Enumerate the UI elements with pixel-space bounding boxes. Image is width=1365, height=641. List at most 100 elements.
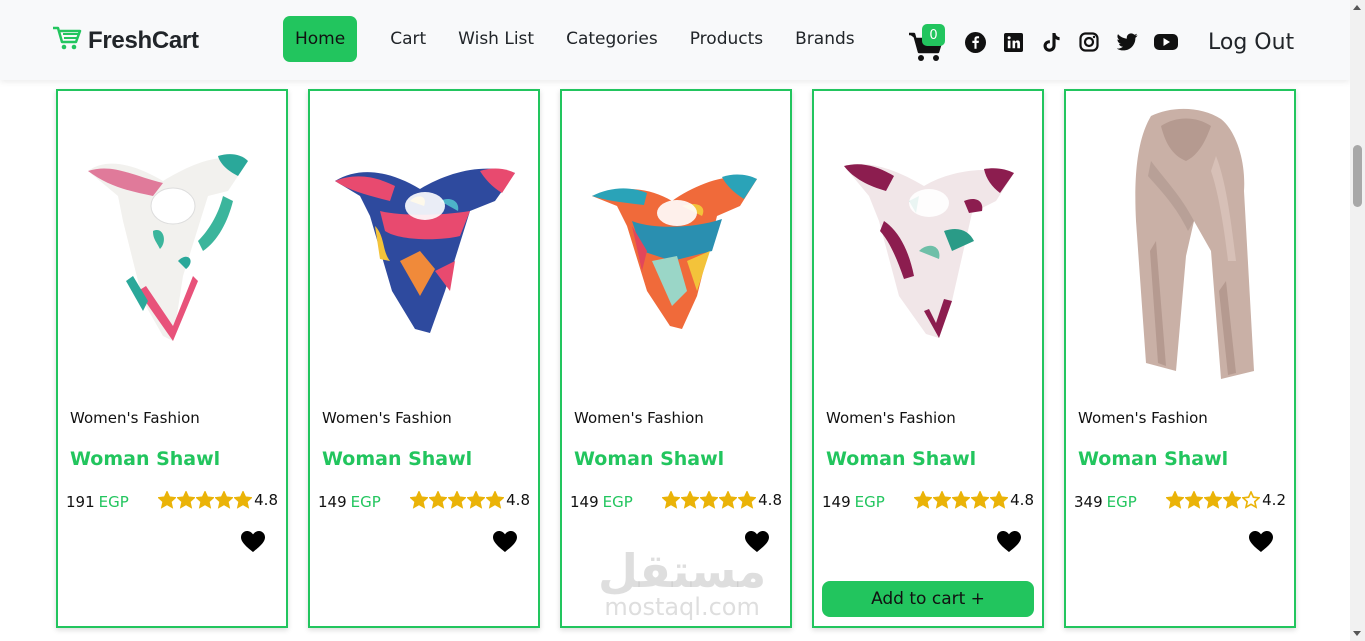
- facebook-icon[interactable]: [964, 31, 986, 53]
- product-rating: 4.8: [662, 491, 782, 509]
- wishlist-heart-icon[interactable]: [744, 530, 770, 554]
- nav-link-home[interactable]: Home: [283, 16, 358, 62]
- star-icon: [933, 491, 952, 509]
- star-icon: [1223, 491, 1242, 509]
- product-title[interactable]: Woman Shawl: [70, 448, 220, 470]
- rating-stars: [914, 491, 1009, 509]
- star-icon: [662, 491, 681, 509]
- nav-link-products[interactable]: Products: [674, 17, 779, 61]
- product-title[interactable]: Woman Shawl: [1078, 448, 1228, 470]
- star-icon: [196, 491, 215, 509]
- navbar: FreshCart Home Cart Wish List Categories…: [0, 0, 1350, 80]
- product-price: 149 EGP: [822, 493, 885, 511]
- star-icon: [158, 491, 177, 509]
- add-to-cart-button[interactable]: Add to cart +: [822, 581, 1034, 617]
- star-icon: [1242, 491, 1261, 509]
- price-currency: EGP: [854, 493, 885, 511]
- product-category: Women's Fashion: [826, 409, 956, 427]
- product-category: Women's Fashion: [1078, 409, 1208, 427]
- rating-stars: [410, 491, 505, 509]
- nav-link-brands[interactable]: Brands: [779, 17, 871, 61]
- cart-count-badge: 0: [922, 24, 945, 46]
- nav-link-cart[interactable]: Cart: [374, 17, 442, 61]
- product-card[interactable]: Women's Fashion Woman Shawl 349 EGP 4.2: [1064, 89, 1296, 628]
- brand-logo[interactable]: FreshCart: [52, 25, 199, 56]
- product-price: 149 EGP: [570, 493, 633, 511]
- product-image[interactable]: [824, 101, 1032, 391]
- product-rating: 4.8: [914, 491, 1034, 509]
- product-price: 191 EGP: [66, 493, 129, 511]
- price-value: 349: [1074, 493, 1103, 511]
- star-icon: [700, 491, 719, 509]
- rating-stars: [662, 491, 757, 509]
- star-icon: [429, 491, 448, 509]
- product-category: Women's Fashion: [574, 409, 704, 427]
- scrollbar-thumb[interactable]: [1353, 145, 1362, 207]
- star-icon: [914, 491, 933, 509]
- product-rating: 4.8: [158, 491, 278, 509]
- rating-stars: [158, 491, 253, 509]
- page-scrollbar[interactable]: [1350, 0, 1365, 641]
- nav-actions: 0 Log Out: [908, 22, 1294, 62]
- product-price: 149 EGP: [318, 493, 381, 511]
- linkedin-icon[interactable]: [1002, 31, 1024, 53]
- rating-value: 4.8: [506, 491, 530, 509]
- product-title[interactable]: Woman Shawl: [574, 448, 724, 470]
- price-currency: EGP: [98, 493, 129, 511]
- product-card[interactable]: Women's Fashion Woman Shawl 149 EGP 4.8: [560, 89, 792, 628]
- rating-value: 4.2: [1262, 491, 1286, 509]
- wishlist-heart-icon[interactable]: [996, 530, 1022, 554]
- star-icon: [448, 491, 467, 509]
- rating-value: 4.8: [758, 491, 782, 509]
- cart-logo-icon: [52, 25, 82, 56]
- price-value: 191: [66, 493, 95, 511]
- star-icon: [467, 491, 486, 509]
- wishlist-heart-icon[interactable]: [240, 530, 266, 554]
- youtube-icon[interactable]: [1154, 31, 1178, 53]
- product-image[interactable]: [68, 101, 276, 391]
- star-icon: [1185, 491, 1204, 509]
- star-icon: [1166, 491, 1185, 509]
- price-currency: EGP: [1106, 493, 1137, 511]
- star-icon: [177, 491, 196, 509]
- product-category: Women's Fashion: [70, 409, 200, 427]
- twitter-icon[interactable]: [1116, 31, 1138, 53]
- star-icon: [952, 491, 971, 509]
- product-title[interactable]: Woman Shawl: [826, 448, 976, 470]
- product-image[interactable]: [320, 101, 528, 391]
- product-category: Women's Fashion: [322, 409, 452, 427]
- product-grid: Women's Fashion Woman Shawl 191EGP 4.8: [56, 89, 1296, 628]
- nav-link-wish-list[interactable]: Wish List: [442, 17, 550, 61]
- product-card[interactable]: Women's Fashion Woman Shawl 149 EGP 4.8: [308, 89, 540, 628]
- product-rating: 4.2: [1166, 491, 1286, 509]
- star-icon: [215, 491, 234, 509]
- cart-button[interactable]: 0: [908, 22, 945, 62]
- product-image[interactable]: [572, 101, 780, 391]
- brand-name: FreshCart: [88, 26, 199, 54]
- instagram-icon[interactable]: [1078, 31, 1100, 53]
- wishlist-heart-icon[interactable]: [1248, 530, 1274, 554]
- star-icon: [971, 491, 990, 509]
- product-card[interactable]: Women's Fashion Woman Shawl 191 EGP 4.8: [56, 89, 288, 628]
- rating-value: 4.8: [1010, 491, 1034, 509]
- product-image[interactable]: [1076, 101, 1284, 391]
- star-icon: [738, 491, 757, 509]
- price-value: 149: [318, 493, 347, 511]
- rating-stars: [1166, 491, 1261, 509]
- nav-link-categories[interactable]: Categories: [550, 17, 674, 61]
- product-card[interactable]: Women's Fashion Woman Shawl 149 EGP 4.8 A…: [812, 89, 1044, 628]
- scroll-up-arrow-icon[interactable]: [1353, 5, 1361, 10]
- wishlist-heart-icon[interactable]: [492, 530, 518, 554]
- star-icon: [990, 491, 1009, 509]
- price-currency: EGP: [350, 493, 381, 511]
- price-value: 149: [570, 493, 599, 511]
- nav-links: Home Cart Wish List Categories Products …: [283, 16, 871, 62]
- scroll-down-arrow-icon[interactable]: [1353, 631, 1361, 636]
- product-title[interactable]: Woman Shawl: [322, 448, 472, 470]
- price-currency: EGP: [602, 493, 633, 511]
- star-icon: [1204, 491, 1223, 509]
- star-icon: [486, 491, 505, 509]
- logout-link[interactable]: Log Out: [1208, 30, 1294, 55]
- tiktok-icon[interactable]: [1040, 31, 1062, 53]
- product-price: 349 EGP: [1074, 493, 1137, 511]
